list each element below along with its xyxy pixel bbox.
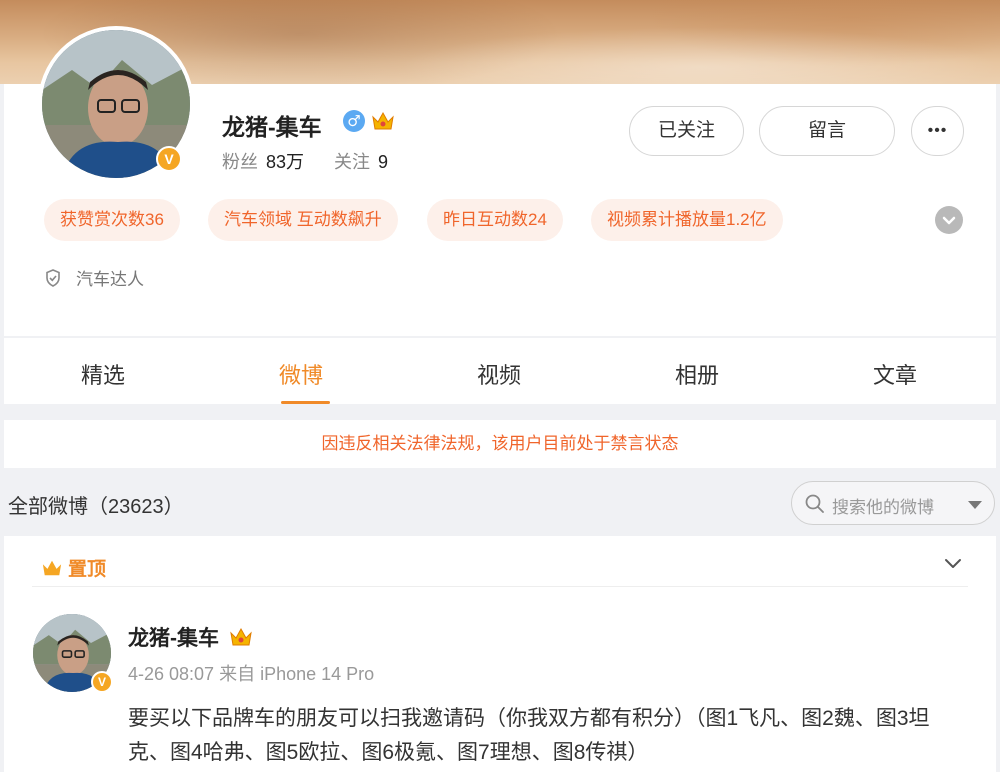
- crown-icon: [372, 111, 394, 130]
- tag-domain[interactable]: 汽车领域 互动数飙升: [208, 199, 398, 241]
- profile-name: 龙猪-集车: [222, 114, 322, 140]
- fans-count[interactable]: 83万: [266, 152, 304, 172]
- tag-interactions[interactable]: 昨日互动数24: [427, 199, 563, 241]
- crown-icon: [230, 627, 252, 646]
- caret-down-icon[interactable]: [968, 501, 982, 509]
- chevron-down-icon: [942, 216, 956, 225]
- pinned-text: 置顶: [68, 559, 107, 580]
- followed-button[interactable]: 已关注: [629, 106, 744, 156]
- post-meta: 4-26 08:07 来自 iPhone 14 Pro: [128, 664, 375, 684]
- ban-notice: 因违反相关法律法规，该用户目前处于禁言状态: [4, 420, 996, 468]
- tab-videos[interactable]: 视频: [439, 358, 559, 390]
- male-icon: ♂: [343, 110, 365, 132]
- tab-featured[interactable]: 精选: [43, 358, 163, 390]
- verification-line: 汽车达人: [44, 265, 144, 290]
- tag-video-plays[interactable]: 视频累计播放量1.2亿: [591, 199, 783, 241]
- expand-tags-button[interactable]: [935, 206, 963, 234]
- pinned-post: 置顶 V 龙猪-集车 4-26 08:07 来自 iPhone 14 Pro 要…: [4, 536, 996, 772]
- profile-tabs: 精选 微博 视频 相册 文章: [4, 338, 996, 404]
- post-search-input[interactable]: 搜索他的微博: [791, 481, 995, 525]
- more-button[interactable]: •••: [911, 106, 964, 156]
- tag-likes[interactable]: 获赞赏次数36: [44, 199, 180, 241]
- post-author-text: 龙猪-集车: [128, 627, 219, 650]
- all-posts-title: 全部微博（23623）: [8, 496, 184, 518]
- verified-badge: V: [156, 146, 182, 172]
- verification-text: 汽车达人: [76, 270, 144, 289]
- post-text: 要买以下品牌车的朋友可以扫我邀请码（你我双方都有积分）（图1飞凡、图2魏、图3坦…: [128, 707, 930, 764]
- following-count[interactable]: 9: [378, 152, 388, 172]
- tab-articles[interactable]: 文章: [835, 358, 955, 390]
- divider: [32, 586, 968, 587]
- message-button[interactable]: 留言: [759, 106, 895, 156]
- search-icon: [805, 494, 824, 513]
- fans-label: 粉丝: [222, 152, 258, 172]
- following-label: 关注: [334, 152, 371, 172]
- search-placeholder: 搜索他的微博: [832, 498, 934, 517]
- tab-albums[interactable]: 相册: [637, 358, 757, 390]
- chevron-down-icon[interactable]: [944, 554, 962, 572]
- verified-badge: V: [91, 671, 113, 693]
- crown-icon: [42, 560, 62, 575]
- tab-weibo[interactable]: 微博: [241, 358, 361, 390]
- profile-stats: 粉丝 83万 关注 9: [222, 148, 388, 174]
- pinned-label: 置顶: [40, 554, 106, 581]
- post-author-name[interactable]: 龙猪-集车: [128, 622, 253, 652]
- active-tab-indicator: [281, 401, 330, 404]
- shield-icon: [46, 268, 60, 287]
